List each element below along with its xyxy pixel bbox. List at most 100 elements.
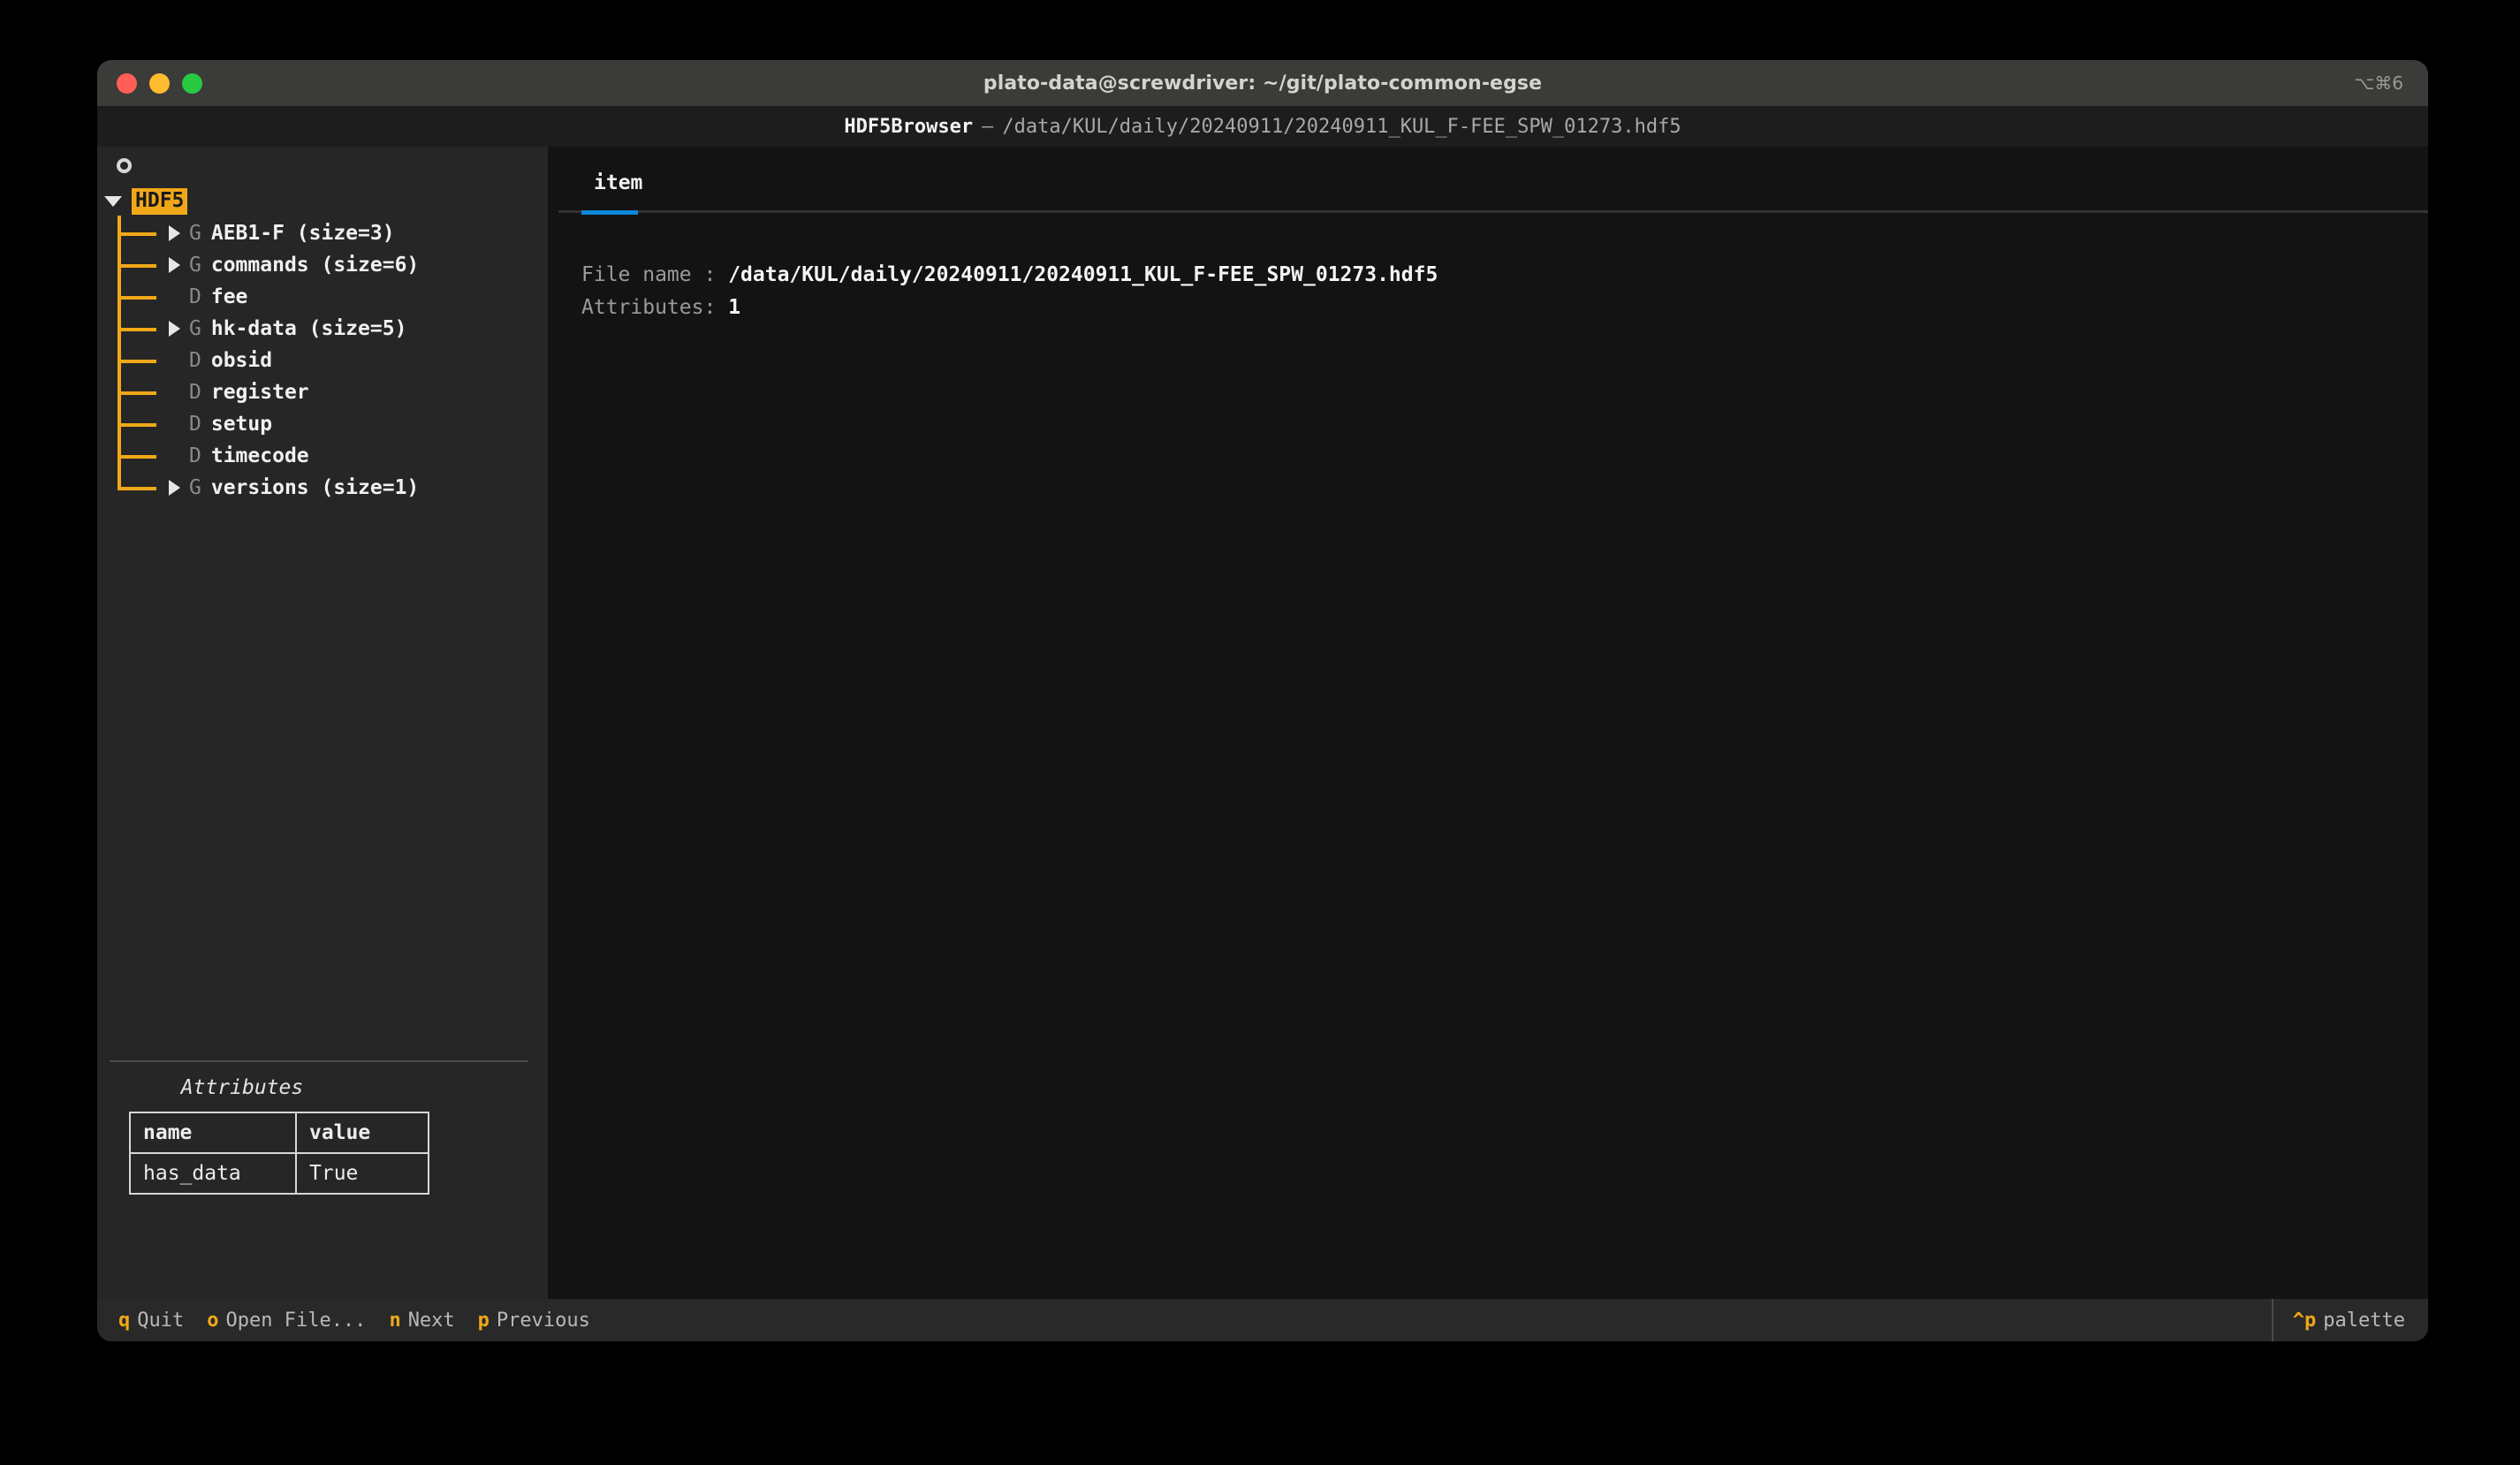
palette-label: palette xyxy=(2323,1309,2405,1332)
attributes-column-name: name xyxy=(129,1112,297,1154)
footer-binding-key: q xyxy=(118,1309,131,1332)
tree-root-node[interactable]: HDF5 xyxy=(97,186,548,217)
app-name: HDF5Browser xyxy=(844,115,974,138)
detail-label-attributes: Attributes: xyxy=(581,296,717,320)
close-button[interactable] xyxy=(117,72,137,94)
tree-item-type: D xyxy=(189,349,201,372)
tree-item-timecode[interactable]: Dtimecode xyxy=(97,440,548,472)
tree-item-label: versions (size=1) xyxy=(210,476,420,499)
attribute-name-cell: has_data xyxy=(129,1152,297,1195)
tree-item-type: D xyxy=(189,285,201,308)
tree-item-type: G xyxy=(189,317,201,340)
detail-row-attributes: Attributes: 1 xyxy=(581,292,2428,324)
footer-binding[interactable]: o Open File... xyxy=(207,1309,366,1332)
chevron-right-icon[interactable] xyxy=(169,480,180,496)
tree-item-type: G xyxy=(189,254,201,277)
tree-pane: HDF5 G AEB1-F (size=3) Gcommands (size=6) D… xyxy=(97,147,548,1299)
minimize-button[interactable] xyxy=(149,72,170,94)
tree-item-versions[interactable]: Gversions (size=1) xyxy=(97,472,548,504)
tree-item-commands[interactable]: Gcommands (size=6) xyxy=(97,249,548,281)
footer-binding[interactable]: n Next xyxy=(389,1309,454,1332)
window-titlebar: plato-data@screwdriver: ~/git/plato-comm… xyxy=(97,60,2428,106)
attribute-value-cell: True xyxy=(295,1152,429,1195)
app-body: HDF5 G AEB1-F (size=3) Gcommands (size=6) D… xyxy=(97,147,2428,1299)
tree-item-content: Gcommands (size=6) xyxy=(169,254,419,277)
tree-item-content: Dtimecode xyxy=(169,444,309,467)
chevron-right-icon[interactable] xyxy=(169,321,180,337)
tree-item-hk-data[interactable]: Ghk-data (size=5) xyxy=(97,313,548,345)
content-pane: item File name : /data/KUL/daily/2024091… xyxy=(548,147,2428,1299)
hdf5-tree[interactable]: HDF5 G AEB1-F (size=3) Gcommands (size=6) D… xyxy=(97,184,548,1060)
tree-item-type: D xyxy=(189,413,201,436)
tree-item-obsid[interactable]: Dobsid xyxy=(97,345,548,376)
chevron-right-icon[interactable] xyxy=(169,225,180,241)
detail-label-file-name: File name : xyxy=(581,263,717,286)
tree-item-type: D xyxy=(189,381,201,404)
footer-binding-key: p xyxy=(477,1309,490,1332)
tree-item-content: Dregister xyxy=(169,381,309,404)
tree-branch-line xyxy=(118,296,156,300)
tab-item[interactable]: item xyxy=(581,171,655,210)
tree-branch-line xyxy=(118,264,156,268)
terminal-window: plato-data@screwdriver: ~/git/plato-comm… xyxy=(97,60,2428,1341)
chevron-down-icon[interactable] xyxy=(104,196,122,207)
tree-item-register[interactable]: Dregister xyxy=(97,376,548,408)
tree-item-label: setup xyxy=(210,413,273,436)
tree-branch-line xyxy=(118,360,156,363)
tab-active-indicator xyxy=(581,210,638,215)
tree-item-setup[interactable]: Dsetup xyxy=(97,408,548,440)
footer-bindings-list: q Quit o Open File... n Next p Previous xyxy=(118,1309,590,1332)
tree-item-label: commands (size=6) xyxy=(210,254,420,277)
attributes-column-value: value xyxy=(295,1112,429,1154)
footer-binding-label: Open File... xyxy=(225,1309,367,1332)
window-shortcut-hint: ⌥⌘6 xyxy=(2354,72,2403,94)
loading-ring-icon xyxy=(117,157,132,173)
app-header-separator: — xyxy=(982,115,994,138)
tree-item-label: register xyxy=(210,381,309,404)
tree-branch-line xyxy=(118,455,156,459)
app-header: HDF5Browser — /data/KUL/daily/20240911/2… xyxy=(97,106,2428,147)
tree-item-content: Dsetup xyxy=(169,413,272,436)
footer-binding-key: n xyxy=(389,1309,401,1332)
tree-item-label: timecode xyxy=(210,444,309,467)
tree-item-label: fee xyxy=(210,285,248,308)
window-controls xyxy=(117,60,202,106)
footer-binding[interactable]: p Previous xyxy=(478,1309,590,1332)
footer-binding[interactable]: q Quit xyxy=(118,1309,184,1332)
tree-item-content: Ghk-data (size=5) xyxy=(169,317,406,340)
tree-item-label: obsid xyxy=(210,349,273,372)
maximize-button[interactable] xyxy=(182,72,202,94)
table-row: has_data True xyxy=(129,1152,429,1195)
tree-item-type: G xyxy=(189,222,201,245)
window-title: plato-data@screwdriver: ~/git/plato-comm… xyxy=(983,72,1543,95)
command-palette-binding[interactable]: ^p palette xyxy=(2271,1299,2428,1341)
chevron-right-icon[interactable] xyxy=(169,257,180,273)
tree-item-type: G xyxy=(189,476,201,499)
tree-toolbar xyxy=(97,147,548,184)
tree-branch-line xyxy=(118,423,156,427)
tree-item-AEB1-F[interactable]: G AEB1-F (size=3) xyxy=(97,217,548,249)
tree-branch-line xyxy=(118,328,156,331)
footer-binding-label: Next xyxy=(407,1309,455,1332)
attributes-panel: Attributes name value has_data True xyxy=(97,1060,548,1195)
footer-binding-key: o xyxy=(207,1309,219,1332)
tree-item-list: G AEB1-F (size=3) Gcommands (size=6) Dfee Gh… xyxy=(97,217,548,504)
tree-branch-line xyxy=(118,232,156,236)
item-details: File name : /data/KUL/daily/20240911/202… xyxy=(548,213,2428,1299)
footer-binding-label: Quit xyxy=(137,1309,185,1332)
app-header-file-path: /data/KUL/daily/20240911/20240911_KUL_F-… xyxy=(1002,115,1681,138)
tree-item-content: Gversions (size=1) xyxy=(169,476,419,499)
tab-bar: item xyxy=(548,147,2428,210)
detail-value-file-name: /data/KUL/daily/20240911/20240911_KUL_F-… xyxy=(728,263,1438,286)
tab-underline-rule xyxy=(558,210,2428,215)
attributes-table: name value has_data True xyxy=(129,1112,429,1195)
tree-item-content: Dfee xyxy=(169,285,247,308)
tree-item-fee[interactable]: Dfee xyxy=(97,281,548,313)
tree-root-label: HDF5 xyxy=(132,187,188,216)
tree-branch-line xyxy=(118,487,156,490)
detail-row-file-name: File name : /data/KUL/daily/20240911/202… xyxy=(581,259,2428,292)
hdf5browser-app: HDF5Browser — /data/KUL/daily/20240911/2… xyxy=(97,106,2428,1341)
attributes-table-header-row: name value xyxy=(129,1112,429,1154)
attributes-title: Attributes xyxy=(180,1076,304,1099)
footer-keybindings: q Quit o Open File... n Next p Previous ^p pale… xyxy=(97,1299,2428,1341)
